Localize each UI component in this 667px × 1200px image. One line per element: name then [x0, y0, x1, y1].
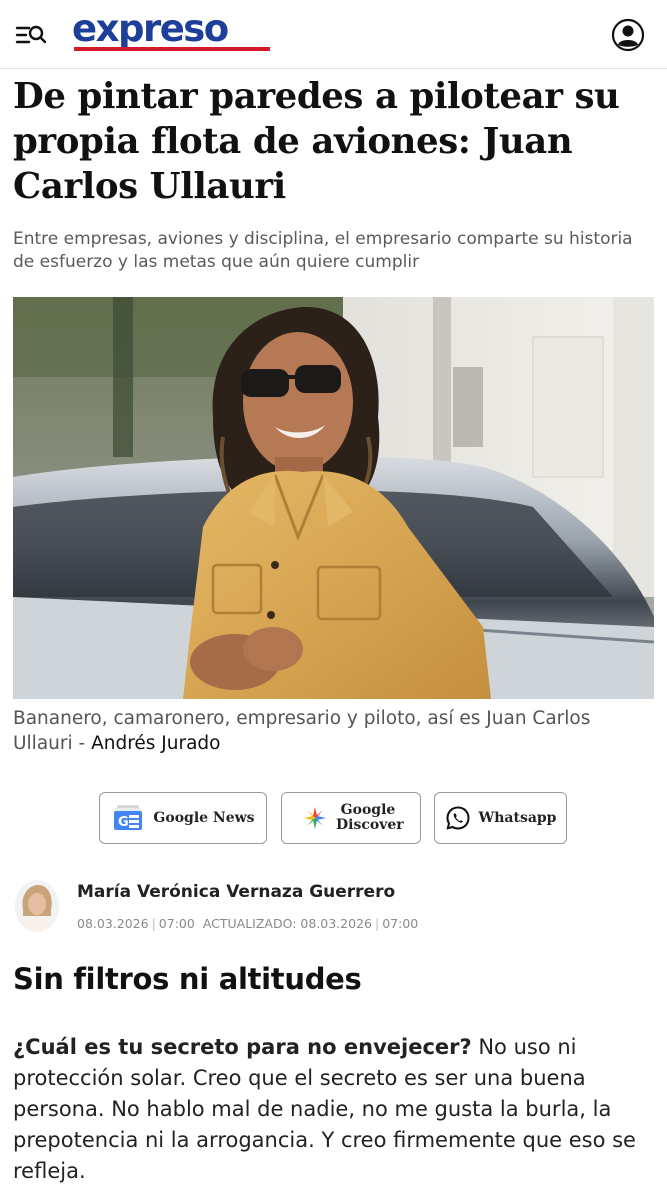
google-news-button[interactable]: G Google News	[99, 792, 267, 844]
header-divider	[0, 68, 667, 69]
logo-underline	[74, 47, 270, 51]
logo-text: expreso	[72, 7, 229, 50]
photo-caption: Bananero, camaronero, empresario y pilot…	[13, 706, 653, 756]
whatsapp-label: Whatsapp	[478, 809, 557, 826]
whatsapp-icon	[445, 805, 471, 831]
interview-question: ¿Cuál es tu secreto para no envejecer?	[13, 1035, 472, 1059]
svg-text:G: G	[118, 815, 129, 830]
section-title: Sin filtros ni altitudes	[13, 962, 362, 996]
article-subtitle: Entre empresas, aviones y disciplina, el…	[13, 229, 633, 272]
meta-divider: |	[151, 916, 156, 931]
whatsapp-button[interactable]: Whatsapp	[434, 792, 567, 844]
updated-time: 07:00	[382, 916, 419, 931]
article-photo[interactable]	[13, 297, 654, 699]
article-meta: 08.03.2026 | 07:00 ACTUALIZADO: 08.03.2026…	[77, 916, 418, 931]
google-news-icon: G	[111, 803, 145, 833]
updated-label: ACTUALIZADO:	[202, 916, 297, 931]
google-discover-icon	[302, 805, 328, 831]
published-time: 07:00	[158, 916, 195, 931]
site-header: expreso	[0, 0, 667, 68]
author-name[interactable]: María Verónica Vernaza Guerrero	[77, 882, 395, 902]
google-discover-button[interactable]: Google Discover	[281, 792, 421, 844]
menu-search-icon[interactable]	[15, 20, 47, 50]
expreso-logo[interactable]: expreso	[72, 9, 274, 53]
photo-credit: Andrés Jurado	[91, 733, 221, 754]
published-date: 08.03.2026	[77, 916, 149, 931]
article-paragraph: ¿Cuál es tu secreto para no envejecer? N…	[13, 1032, 658, 1187]
caption-separator: -	[72, 733, 92, 754]
google-discover-label: Google Discover	[336, 802, 404, 833]
meta-divider: |	[375, 916, 380, 931]
user-account-icon[interactable]	[611, 18, 645, 52]
article-headline: De pintar paredes a pilotear su propia f…	[13, 76, 620, 207]
google-news-label: Google News	[153, 809, 255, 826]
author-avatar[interactable]	[15, 880, 59, 932]
updated-date: 08.03.2026	[300, 916, 372, 931]
